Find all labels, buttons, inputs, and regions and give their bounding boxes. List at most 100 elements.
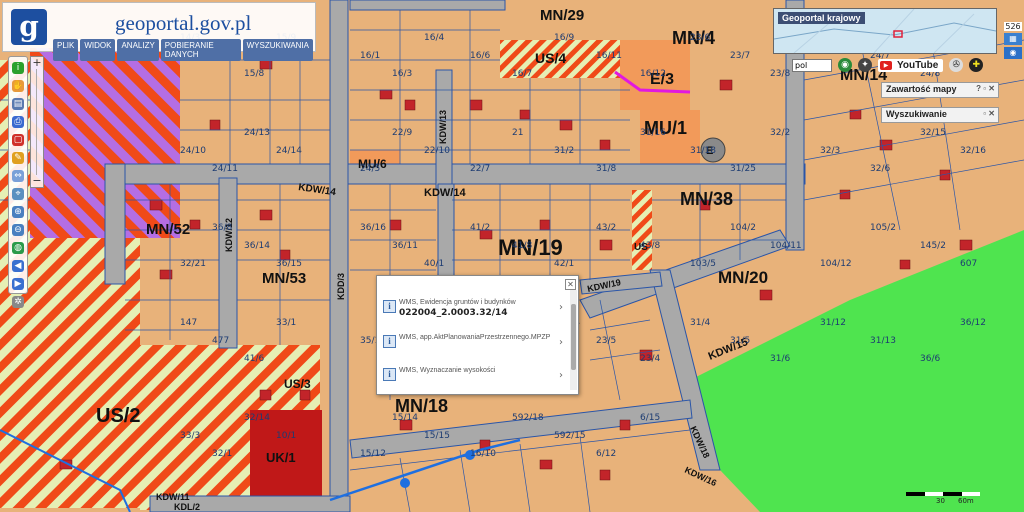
pan-hand-icon[interactable]: ✋ <box>12 80 24 92</box>
road-west-spur <box>104 163 126 285</box>
geoportal-logo-icon[interactable]: g <box>11 9 47 45</box>
menu-plik[interactable]: PLIK <box>53 39 79 61</box>
parcel-number: 31/13 <box>870 336 896 346</box>
parcel-number: 36/12 <box>960 318 986 328</box>
parcel-number: 6/15 <box>640 413 660 423</box>
main-menu: PLIK WIDOK ANALIZY POBIERANIE DANYCH WYS… <box>53 39 315 61</box>
visibility-icon[interactable]: ◉ <box>1004 47 1022 59</box>
youtube-icon: ▶ <box>880 60 892 70</box>
parcel-number: 16/10 <box>470 449 496 459</box>
tool-bar: i ✋ ▤ ⎙ ▢ ✎ ⇔ ⌖ ⊕ ⊖ ◍ ◀ ▶ ✲ <box>8 56 28 308</box>
zoom-out-icon[interactable]: ⊖ <box>12 224 24 236</box>
parcel-number: 15/14 <box>392 413 418 423</box>
chevron-right-icon[interactable]: › <box>559 302 563 313</box>
zone-label: US/3 <box>284 377 311 391</box>
zoom-track[interactable] <box>36 69 43 175</box>
parcel-number: 24/13 <box>244 128 270 138</box>
popup-row-mpzp[interactable]: i WMS, app.AktPlanowaniaPrzestrzennego.M… <box>381 331 563 359</box>
feature-info-popup[interactable]: ✕ i WMS, Ewidencja gruntów i budynków 02… <box>376 275 579 395</box>
parcel-number: 31/12 <box>820 318 846 328</box>
zone-label: MN/38 <box>680 189 733 209</box>
zone-label: MN/20 <box>718 268 768 287</box>
measure-icon[interactable]: ⇔ <box>12 170 24 182</box>
parcel-number: 6/12 <box>596 449 616 459</box>
draw-pencil-icon[interactable]: ✎ <box>12 152 24 164</box>
menu-pobieranie-danych[interactable]: POBIERANIE DANYCH <box>160 39 241 61</box>
language-select[interactable]: pol <box>792 58 832 72</box>
chevron-right-icon[interactable]: › <box>559 337 563 348</box>
panel-map-contents[interactable]: Zawartość mapy ? ▫ ✕ <box>881 82 999 98</box>
youtube-label: YouTube <box>894 58 942 72</box>
water-node <box>400 478 410 488</box>
popup-row-wysokosci[interactable]: i WMS, Wyznaczanie wysokości › <box>381 364 563 392</box>
info-tool-icon[interactable]: i <box>12 62 24 74</box>
map-tools-row: pol ◉ ✦ ▶ YouTube ✇ ✚ <box>792 58 984 72</box>
road-label: KDD/3 <box>336 273 346 300</box>
eye-icon[interactable]: ◉ <box>838 58 852 72</box>
info-icon: i <box>383 368 396 381</box>
parcel-number: 16/4 <box>424 33 444 43</box>
right-edge-icons: 526 ▦ ◉ <box>1004 22 1022 59</box>
parcel-number: 32/3 <box>820 146 840 156</box>
parcel-number: 22/7 <box>470 164 490 174</box>
menu-widok[interactable]: WIDOK <box>80 39 116 61</box>
road-label: KDW/11 <box>156 492 190 502</box>
panel-search[interactable]: Wyszukiwanie ▫ ✕ <box>881 107 999 123</box>
parcel-number: 22/9 <box>392 128 412 138</box>
back-arrow-icon[interactable]: ◀ <box>12 260 24 272</box>
road-label: KDL/2 <box>174 502 200 512</box>
full-extent-icon[interactable]: ✲ <box>12 296 24 308</box>
print-icon[interactable]: ⎙ <box>12 116 24 128</box>
menu-wyszukiwania[interactable]: WYSZUKIWANIA <box>242 39 313 61</box>
menu-analizy[interactable]: ANALIZY <box>117 39 159 61</box>
zoom-plus-button[interactable]: + <box>31 57 43 69</box>
site-title: geoportal.gov.pl <box>115 11 252 35</box>
layers-icon[interactable]: ▤ <box>12 98 24 110</box>
panel-window-buttons[interactable]: ? ▫ ✕ <box>976 84 995 93</box>
settings-icon[interactable]: ✇ <box>949 58 964 72</box>
parcel-number: 15/15 <box>424 431 450 441</box>
panel-window-buttons[interactable]: ▫ ✕ <box>983 109 995 118</box>
zone-label: US/2 <box>96 405 140 427</box>
road-label: KDW/13 <box>438 110 448 144</box>
forward-arrow-icon[interactable]: ▶ <box>12 278 24 290</box>
zone-label: MN/52 <box>146 221 190 238</box>
parcel-number: 105/2 <box>870 223 896 233</box>
overview-map[interactable]: Geoportal krajowy <box>773 8 997 54</box>
parcel-number: 24/14 <box>276 146 302 156</box>
select-area-icon[interactable]: ▢ <box>12 134 24 146</box>
map-canvas[interactable]: US/4MN/29MN/4E/3 MN/14MU/1MU/6EMN/38MN/52… <box>0 0 1024 512</box>
parcel-number: 23/8 <box>770 69 790 79</box>
popup-row-value: 022004_2.0003.32/14 <box>399 308 508 318</box>
zoom-in-icon[interactable]: ⊕ <box>12 206 24 218</box>
parcel-number: 31/18 <box>690 146 716 156</box>
parcel-number: 36/14 <box>244 241 270 251</box>
scale-end-label: 60m <box>958 497 974 505</box>
zone-label: UK/1 <box>266 450 296 465</box>
zone-us3 <box>632 190 652 270</box>
parcel-number: 104/12 <box>820 259 852 269</box>
popup-row-ewidencja[interactable]: i WMS, Ewidencja gruntów i budynków 0220… <box>381 296 563 324</box>
parcel-number: 145/2 <box>920 241 946 251</box>
parcel-number: 477 <box>212 336 229 346</box>
popup-row-source: WMS, app.AktPlanowaniaPrzestrzennego.MPZ… <box>399 334 551 341</box>
right-edge-number: 526 <box>1004 22 1022 31</box>
parcel-number: 607 <box>960 259 977 269</box>
chevron-right-icon[interactable]: › <box>559 370 563 381</box>
parcel-number: 32/2 <box>770 128 790 138</box>
pin-icon[interactable]: ✦ <box>858 58 872 72</box>
popup-scrollbar[interactable] <box>570 290 577 390</box>
star-icon[interactable]: ✚ <box>969 58 984 72</box>
close-icon[interactable]: ✕ <box>565 279 576 290</box>
globe-icon[interactable]: ◍ <box>12 242 24 254</box>
zoom-slider[interactable]: + − <box>30 56 44 188</box>
coordinates-icon[interactable]: ⌖ <box>12 188 24 200</box>
youtube-button[interactable]: ▶ YouTube <box>878 58 944 72</box>
popup-scroll-thumb[interactable] <box>571 304 576 370</box>
popup-row-source: WMS, Wyznaczanie wysokości <box>399 367 496 374</box>
parcel-number: 32/21 <box>180 259 206 269</box>
scale-mid-label: 30 <box>936 497 945 505</box>
map-type-icon[interactable]: ▦ <box>1004 33 1022 45</box>
zoom-minus-button[interactable]: − <box>31 175 43 187</box>
parcel-number: 43/2 <box>596 223 616 233</box>
